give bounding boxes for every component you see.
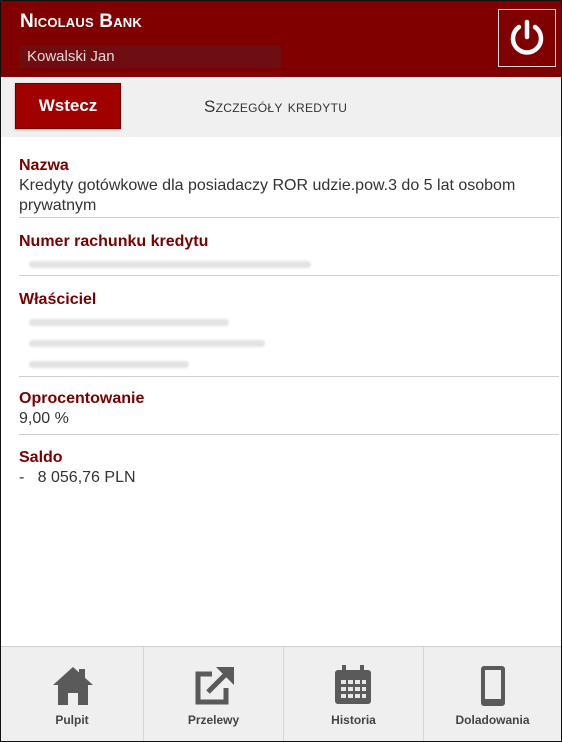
transfer-icon <box>195 667 234 705</box>
logout-button[interactable] <box>498 9 556 67</box>
field-balance-label: Saldo <box>19 449 63 466</box>
divider <box>19 376 559 377</box>
home-icon <box>53 667 93 705</box>
field-balance-value: - 8 056,76 PLN <box>19 469 136 486</box>
field-interest-label: Oprocentowanie <box>19 390 145 407</box>
page-title: Szczegóły kredytu <box>204 97 348 116</box>
power-icon <box>510 19 544 55</box>
field-interest: Oprocentowanie 9,00 % <box>19 390 559 429</box>
field-owner: Właściciel <box>19 291 559 309</box>
field-account: Numer rachunku kredytu <box>19 233 559 251</box>
field-account-label: Numer rachunku kredytu <box>19 233 209 250</box>
redacted-owner-line <box>29 361 189 368</box>
divider <box>19 434 559 435</box>
redacted-owner-line <box>29 319 229 326</box>
redacted-owner-line <box>29 340 265 347</box>
app-header: Nicolaus Bank Kowalski Jan <box>1 1 561 77</box>
bank-name: Nicolaus Bank <box>20 11 142 32</box>
nav-pulpit[interactable]: Pulpit <box>1 647 144 741</box>
field-balance: Saldo - 8 056,76 PLN <box>19 449 559 488</box>
redacted-account-number <box>29 261 311 268</box>
calendar-icon <box>335 665 371 704</box>
nav-historia[interactable]: Historia <box>284 647 424 741</box>
nav-label: Doladowania <box>455 713 530 727</box>
field-name-label: Nazwa <box>19 157 69 174</box>
divider <box>19 217 559 218</box>
sub-toolbar: Wstecz Szczegóły kredytu <box>1 77 561 137</box>
nav-label: Przelewy <box>187 713 240 727</box>
phone-icon <box>481 666 505 706</box>
user-bar: Kowalski Jan <box>19 45 281 68</box>
field-name-value: Kredyty gotówkowe dla posiadaczy ROR udz… <box>19 177 516 214</box>
nav-doladowania[interactable]: Doladowania <box>424 647 561 741</box>
field-owner-label: Właściciel <box>19 291 97 308</box>
field-name: Nazwa Kredyty gotówkowe dla posiadaczy R… <box>19 157 559 216</box>
bottom-nav: Pulpit Przelewy Historia Doladowania <box>1 646 561 741</box>
nav-label: Pulpit <box>55 713 89 727</box>
divider <box>19 275 559 276</box>
field-interest-value: 9,00 % <box>19 410 69 427</box>
nav-label: Historia <box>331 713 376 727</box>
nav-przelewy[interactable]: Przelewy <box>144 647 284 741</box>
back-button[interactable]: Wstecz <box>15 83 121 129</box>
user-name: Kowalski Jan <box>27 48 115 65</box>
